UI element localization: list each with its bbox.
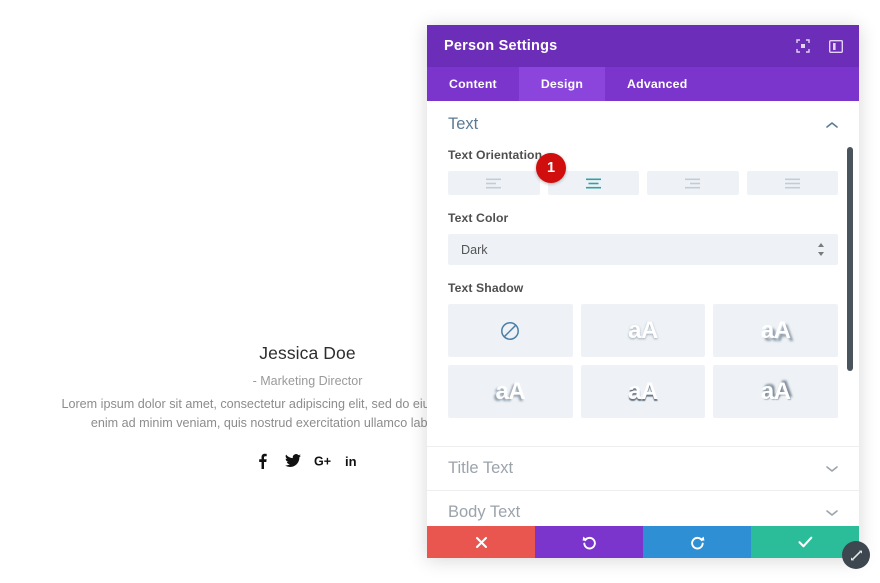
- shadow-up-right-button[interactable]: aA: [713, 365, 838, 418]
- text-orientation-field: Text Orientation: [448, 148, 838, 195]
- align-right-button[interactable]: [647, 171, 739, 195]
- panel-header-icons: [795, 39, 843, 54]
- svg-text:in: in: [345, 454, 357, 468]
- chevron-down-icon[interactable]: [825, 462, 838, 475]
- collapsed-sections: Title Text Body Text Sizing: [427, 446, 859, 526]
- shadow-none-button[interactable]: [448, 304, 573, 357]
- text-section: Text Text Orientation Text Color Dark Te…: [427, 101, 859, 418]
- step-badge-1: 1: [536, 153, 566, 183]
- tab-content[interactable]: Content: [427, 67, 519, 101]
- tab-design[interactable]: Design: [518, 67, 606, 101]
- shadow-sample-text: aA: [760, 316, 791, 344]
- panel-tabs: Content Design Advanced: [427, 67, 859, 101]
- chevron-up-icon[interactable]: [825, 118, 838, 131]
- panel-header: Person Settings: [427, 25, 859, 67]
- close-icon: [475, 536, 488, 549]
- undo-button[interactable]: [535, 526, 643, 558]
- chevron-down-icon[interactable]: [825, 506, 838, 519]
- text-orientation-buttons: [448, 171, 838, 195]
- text-color-label: Text Color: [448, 211, 509, 225]
- scrollbar-thumb[interactable]: [847, 147, 853, 371]
- panel-action-bar: [427, 526, 859, 558]
- panel-layout-icon[interactable]: [828, 39, 843, 54]
- text-section-title: Text: [448, 115, 479, 133]
- shadow-outer-glow-button[interactable]: aA: [448, 365, 573, 418]
- shadow-sample-text: aA: [495, 377, 526, 405]
- resize-handle[interactable]: [842, 541, 870, 569]
- shadow-soft-down-button[interactable]: aA: [580, 304, 706, 357]
- no-shadow-icon: [500, 321, 520, 341]
- shadow-sample-text: aA: [760, 377, 791, 405]
- facebook-icon[interactable]: [254, 452, 271, 469]
- section-title-text-label: Title Text: [448, 459, 514, 477]
- section-body-text[interactable]: Body Text: [427, 490, 859, 526]
- panel-scroll-area: Text Text Orientation Text Color Dark Te…: [427, 101, 859, 526]
- align-justify-button[interactable]: [746, 171, 838, 195]
- text-shadow-label: Text Shadow: [448, 281, 524, 295]
- section-title-text[interactable]: Title Text: [427, 446, 859, 490]
- section-body-text-label: Body Text: [448, 503, 521, 521]
- text-color-field: Text Color Dark: [448, 211, 838, 265]
- shadow-diagonal-down-right-button[interactable]: aA: [713, 304, 838, 357]
- align-left-button[interactable]: [448, 171, 540, 195]
- panel-scrollbar[interactable]: [846, 101, 856, 526]
- text-orientation-label: Text Orientation: [448, 148, 543, 162]
- twitter-icon[interactable]: [284, 452, 301, 469]
- cancel-button[interactable]: [427, 526, 535, 558]
- undo-icon: [582, 535, 597, 550]
- text-color-select[interactable]: Dark: [448, 234, 838, 265]
- check-icon: [797, 536, 813, 548]
- text-shadow-field: Text Shadow aA aA aA aA aA: [448, 281, 838, 418]
- redo-button[interactable]: [643, 526, 751, 558]
- shadow-sample-text: aA: [628, 316, 658, 344]
- shadow-hard-down-button[interactable]: aA: [580, 365, 706, 418]
- fullscreen-icon[interactable]: [795, 39, 810, 54]
- tab-advanced[interactable]: Advanced: [605, 67, 709, 101]
- select-arrows-icon: [816, 243, 825, 257]
- shadow-sample-text: aA: [628, 377, 658, 405]
- google-plus-icon[interactable]: G+: [314, 452, 331, 469]
- panel-body: Text Text Orientation Text Color Dark Te…: [427, 101, 859, 526]
- redo-icon: [690, 535, 705, 550]
- screen-root: Jessica Doe - Marketing Director Lorem i…: [0, 0, 880, 583]
- person-settings-panel: Person Settings Content Design Advanced …: [427, 25, 859, 558]
- text-shadow-options: aA aA aA aA aA: [448, 304, 838, 418]
- linkedin-icon[interactable]: in: [344, 452, 361, 469]
- svg-text:G+: G+: [314, 454, 331, 468]
- panel-title: Person Settings: [444, 38, 558, 54]
- text-section-header[interactable]: Text: [448, 101, 838, 148]
- text-color-value: Dark: [461, 242, 488, 257]
